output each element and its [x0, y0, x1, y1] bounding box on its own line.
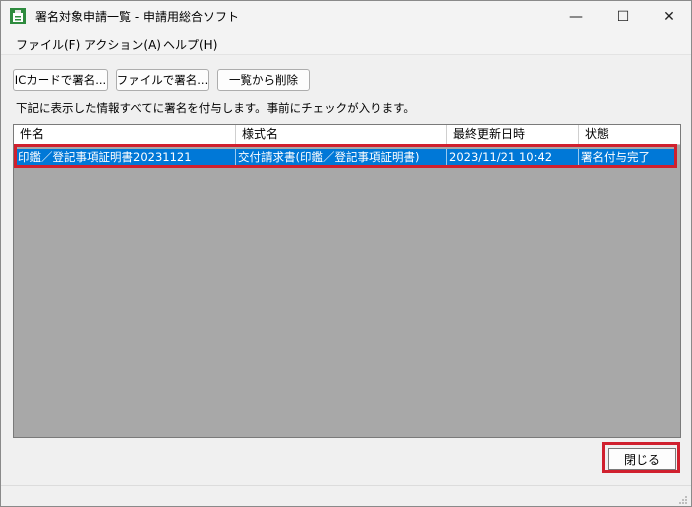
ic-card-sign-button[interactable]: ICカードで署名...	[13, 69, 108, 91]
row-highlight-box	[14, 144, 677, 168]
minimize-icon: —	[569, 8, 583, 25]
column-header-last-updated[interactable]: 最終更新日時	[447, 125, 579, 144]
maximize-button[interactable]: ☐	[600, 1, 646, 32]
status-bar	[1, 485, 691, 506]
menu-help[interactable]: ヘルプ(H)	[163, 36, 217, 53]
menu-file[interactable]: ファイル(F)	[16, 36, 80, 53]
app-icon	[9, 7, 27, 25]
main-window: 署名対象申請一覧 - 申請用総合ソフト — ☐ ✕ ファイル(F) アクション(…	[0, 0, 692, 507]
column-header-status[interactable]: 状態	[579, 125, 680, 144]
resize-grip-icon[interactable]	[678, 494, 688, 504]
close-window-button[interactable]: ✕	[646, 1, 691, 32]
window-title: 署名対象申請一覧 - 申請用総合ソフト	[35, 10, 239, 24]
close-icon: ✕	[663, 8, 675, 25]
application-list[interactable]: 件名 様式名 最終更新日時 状態 印鑑／登記事項証明書20231121 交付請求…	[13, 124, 681, 438]
menu-bar: ファイル(F) アクション(A) ヘルプ(H)	[1, 32, 691, 55]
remove-from-list-button[interactable]: 一覧から削除	[217, 69, 310, 91]
menu-action[interactable]: アクション(A)	[84, 36, 161, 53]
column-header-form-name[interactable]: 様式名	[236, 125, 447, 144]
close-button-highlight-box	[602, 442, 680, 473]
minimize-button[interactable]: —	[553, 1, 599, 32]
column-header-subject[interactable]: 件名	[14, 125, 236, 144]
title-bar[interactable]: 署名対象申請一覧 - 申請用総合ソフト — ☐ ✕	[1, 1, 691, 32]
file-sign-button[interactable]: ファイルで署名...	[116, 69, 209, 91]
maximize-icon: ☐	[616, 8, 630, 25]
info-text: 下記に表示した情報すべてに署名を付与します。事前にチェックが入ります。	[16, 101, 415, 115]
list-header: 件名 様式名 最終更新日時 状態	[14, 125, 680, 145]
